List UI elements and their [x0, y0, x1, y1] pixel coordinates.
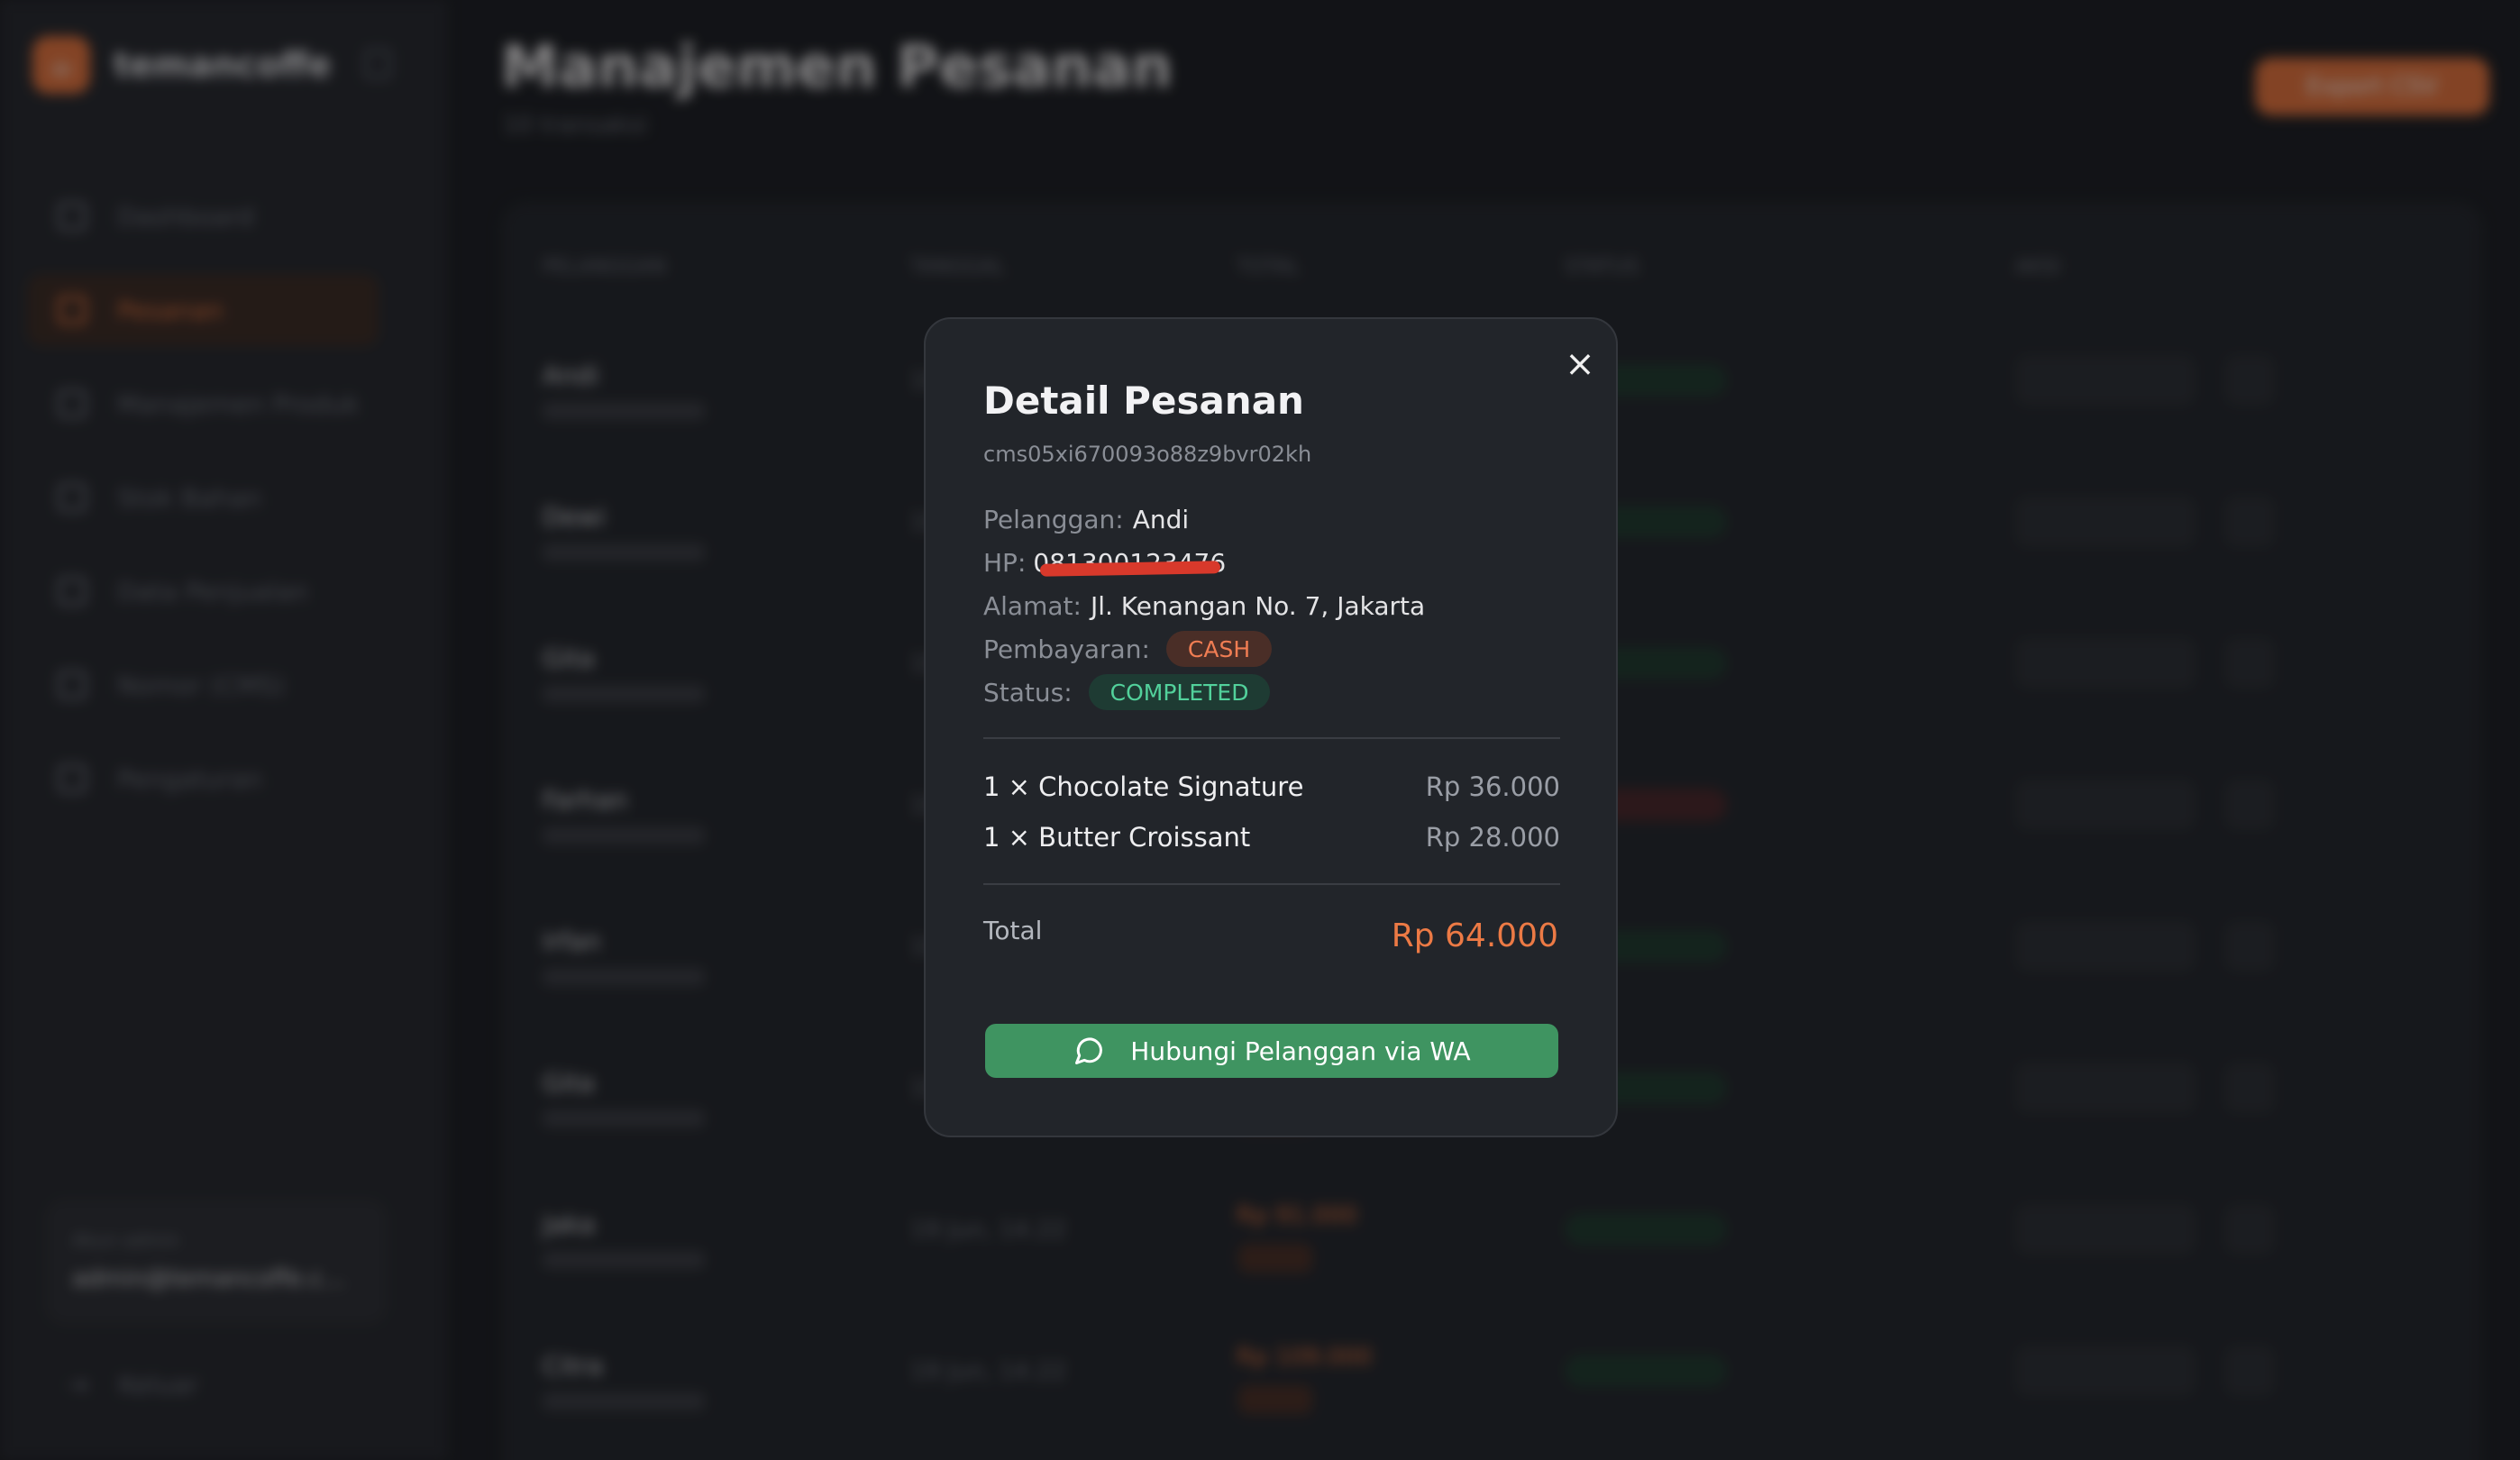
- status-badge: COMPLETED: [1088, 674, 1271, 710]
- contact-whatsapp-button[interactable]: Hubungi Pelanggan via WA: [985, 1024, 1558, 1078]
- close-button[interactable]: ×: [1560, 344, 1600, 384]
- customer-row: Pelanggan: Andi: [983, 505, 1189, 534]
- modal-title: Detail Pesanan: [983, 379, 1304, 423]
- item-name: 1 × Butter Croissant: [983, 822, 1251, 853]
- order-detail-modal: × Detail Pesanan cms05xi670093o88z9bvr02…: [924, 317, 1618, 1137]
- status-row: Status: COMPLETED: [983, 674, 1271, 710]
- address-label: Alamat:: [983, 591, 1082, 621]
- divider: [983, 737, 1560, 739]
- divider: [983, 883, 1560, 885]
- item-price: Rp 36.000: [1425, 771, 1560, 802]
- item-price: Rp 28.000: [1425, 822, 1560, 853]
- item-name: 1 × Chocolate Signature: [983, 771, 1304, 802]
- payment-badge: CASH: [1165, 631, 1273, 667]
- total-label: Total: [983, 916, 1043, 945]
- total-value: Rp 64.000: [1391, 917, 1558, 954]
- payment-row: Pembayaran: CASH: [983, 631, 1273, 667]
- chat-bubble-icon: [1073, 1035, 1105, 1067]
- phone-row: HP: 081300123476: [983, 548, 1226, 578]
- address-row: Alamat: Jl. Kenangan No. 7, Jakarta: [983, 591, 1425, 621]
- phone-value-wrapper: 081300123476: [1033, 548, 1226, 578]
- close-icon: ×: [1565, 343, 1595, 385]
- status-label: Status:: [983, 677, 1073, 707]
- customer-value: Andi: [1132, 505, 1190, 534]
- customer-label: Pelanggan:: [983, 505, 1124, 534]
- order-id: cms05xi670093o88z9bvr02kh: [983, 442, 1312, 467]
- address-value: Jl. Kenangan No. 7, Jakarta: [1090, 591, 1426, 621]
- order-item: 1 × Butter Croissant Rp 28.000: [983, 822, 1560, 858]
- payment-label: Pembayaran:: [983, 634, 1150, 664]
- phone-label: HP:: [983, 548, 1027, 578]
- order-item: 1 × Chocolate Signature Rp 36.000: [983, 771, 1560, 808]
- contact-whatsapp-label: Hubungi Pelanggan via WA: [1130, 1036, 1471, 1066]
